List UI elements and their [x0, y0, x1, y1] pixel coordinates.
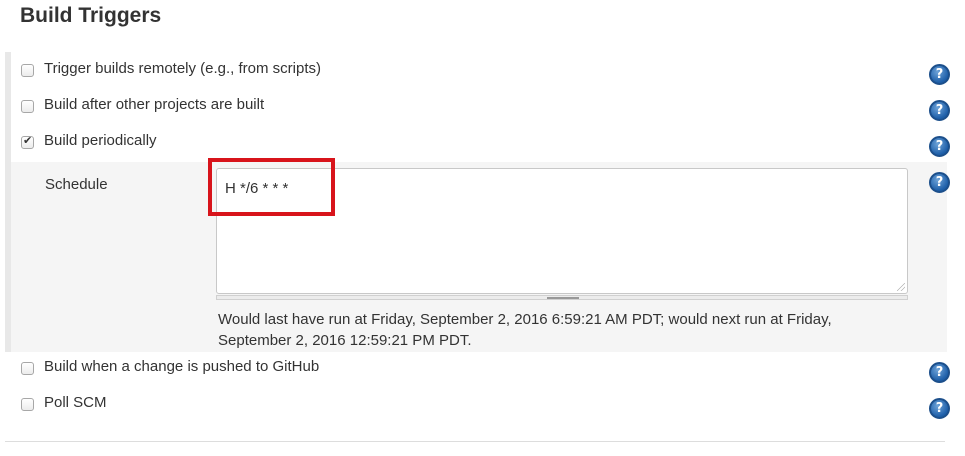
trigger-periodic-label[interactable]: Build periodically [44, 132, 157, 149]
trigger-github-label[interactable]: Build when a change is pushed to GitHub [44, 358, 319, 375]
resize-grip-icon[interactable] [897, 283, 905, 291]
help-icon[interactable]: ? [929, 362, 950, 383]
trigger-after-other-label[interactable]: Build after other projects are built [44, 96, 264, 113]
drag-handle-icon[interactable] [547, 297, 579, 299]
help-icon[interactable]: ? [929, 398, 950, 419]
help-icon[interactable]: ? [929, 64, 950, 85]
help-icon[interactable]: ? [929, 136, 950, 157]
trigger-row-github: Build when a change is pushed to GitHub … [11, 354, 950, 384]
section-divider [5, 441, 945, 442]
trigger-row-remote: Trigger builds remotely (e.g., from scri… [11, 56, 950, 86]
trigger-row-poll-scm: Poll SCM ? [11, 390, 950, 420]
trigger-poll-scm-label[interactable]: Poll SCM [44, 394, 107, 411]
textarea-drag-bar[interactable] [216, 295, 908, 300]
annotation-highlight-box [208, 158, 335, 216]
trigger-remote-label[interactable]: Trigger builds remotely (e.g., from scri… [44, 60, 321, 77]
trigger-periodic-checkbox[interactable] [21, 134, 34, 149]
trigger-after-other-checkbox[interactable] [21, 100, 34, 113]
section-title: Build Triggers [20, 4, 162, 27]
trigger-remote-checkbox[interactable] [21, 64, 34, 77]
trigger-github-checkbox[interactable] [21, 362, 34, 375]
schedule-label: Schedule [45, 176, 108, 193]
schedule-hint: Would last have run at Friday, September… [218, 311, 832, 349]
trigger-row-periodic: Build periodically ? [11, 128, 950, 158]
help-icon[interactable]: ? [929, 100, 950, 121]
trigger-poll-scm-checkbox[interactable] [21, 398, 34, 411]
help-icon[interactable]: ? [929, 172, 950, 193]
trigger-row-after-other: Build after other projects are built ? [11, 92, 950, 122]
